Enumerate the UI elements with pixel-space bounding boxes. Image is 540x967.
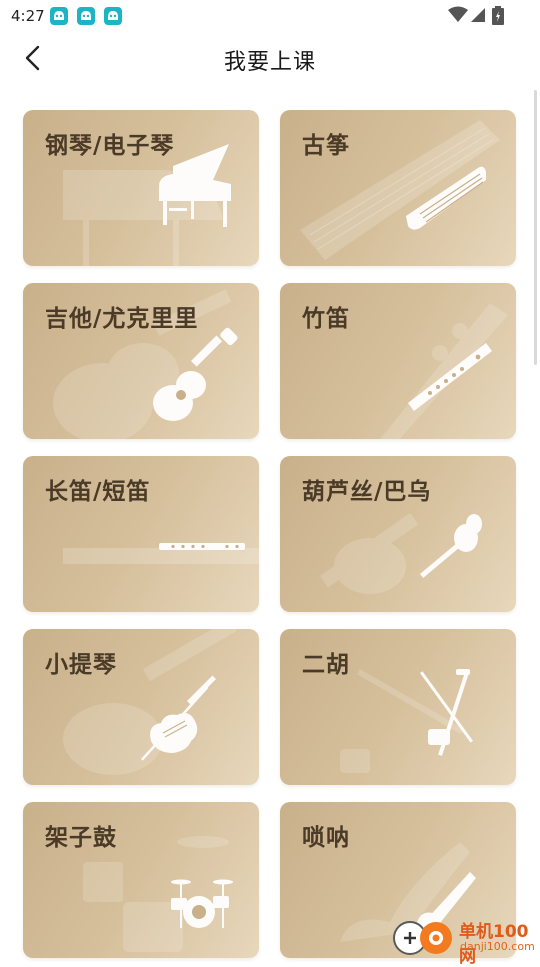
course-card-flute[interactable]: 长笛/短笛 [23,456,259,612]
signal-icon [470,6,486,28]
status-bar: 4:27 [0,0,540,32]
status-time: 4:27 [11,7,45,25]
notification-icon [104,7,122,25]
course-label: 二胡 [302,652,350,678]
course-label: 小提琴 [45,652,117,678]
watermark-logo [393,921,452,955]
scrollbar[interactable] [534,90,537,365]
course-label: 葫芦丝/巴乌 [302,479,432,505]
app-header: 我要上课 [0,32,540,88]
course-card-violin[interactable]: 小提琴 [23,629,259,785]
course-card-piano[interactable]: 钢琴/电子琴 [23,110,259,266]
course-card-hulusi[interactable]: 葫芦丝/巴乌 [280,456,516,612]
course-card-guzheng[interactable]: 古筝 [280,110,516,266]
course-label: 竹笛 [302,306,350,332]
notification-icon [50,7,68,25]
notification-icon [77,7,95,25]
watermark: 单机100网 danji100.com [392,916,540,967]
course-card-bamboo-flute[interactable]: 竹笛 [280,283,516,439]
course-label: 钢琴/电子琴 [45,133,175,159]
course-label: 古筝 [302,133,350,159]
battery-icon [492,6,504,30]
course-label: 吉他/尤克里里 [45,306,199,332]
course-card-erhu[interactable]: 二胡 [280,629,516,785]
page-title: 我要上课 [223,50,316,75]
course-label: 长笛/短笛 [45,479,151,505]
course-label: 架子鼓 [45,825,117,851]
course-card-ukulele[interactable]: 吉他/尤克里里 [23,283,259,439]
wifi-icon [448,6,468,28]
course-card-drum-kit[interactable]: 架子鼓 [23,802,259,958]
course-label: 唢呐 [302,825,350,851]
watermark-url: danji100.com [460,940,535,953]
